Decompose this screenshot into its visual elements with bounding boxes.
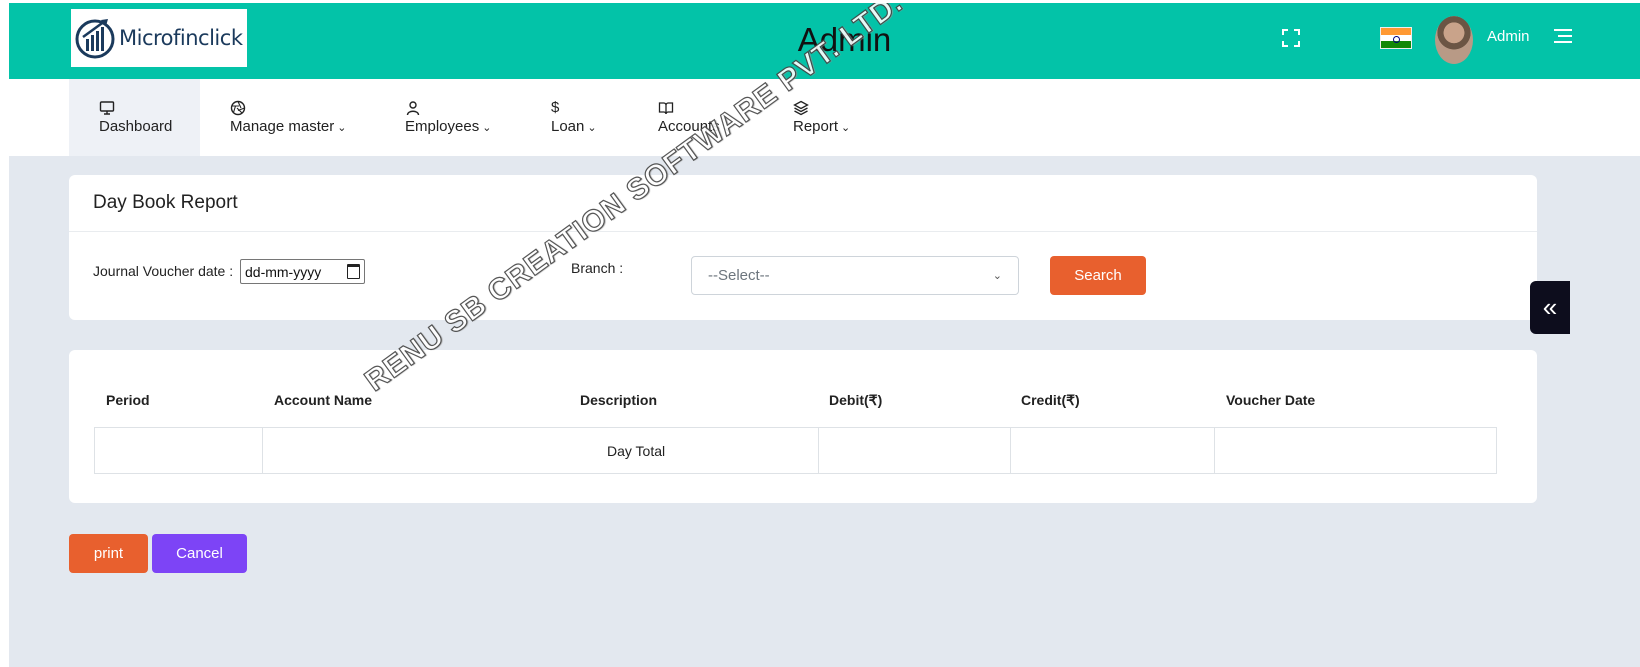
table-cell bbox=[1010, 428, 1215, 473]
table-cell bbox=[95, 428, 263, 473]
main-nav: Dashboard Manage master ⌄ Employees ⌄ $ Lo… bbox=[9, 79, 1640, 156]
chevron-down-icon: ⌄ bbox=[482, 122, 492, 134]
book-icon bbox=[658, 102, 674, 115]
card-title: Day Book Report bbox=[93, 192, 238, 213]
branch-select-value: --Select-- bbox=[708, 267, 770, 284]
divider bbox=[69, 231, 1537, 232]
chevron-down-icon: ⌄ bbox=[841, 122, 851, 134]
user-name[interactable]: Admin bbox=[1487, 28, 1530, 45]
branch-select[interactable]: --Select-- ⌄ bbox=[691, 256, 1019, 295]
chevron-down-icon: ⌄ bbox=[992, 270, 1002, 282]
double-chevron-left-icon: « bbox=[1542, 292, 1558, 322]
menu-icon[interactable] bbox=[1554, 29, 1572, 47]
report-table-card: Period Account Name Description Debit(₹)… bbox=[69, 350, 1537, 503]
column-header-account-name: Account Name bbox=[274, 392, 373, 408]
fullscreen-icon[interactable] bbox=[1282, 29, 1300, 47]
nav-report[interactable]: Report ⌄ bbox=[793, 79, 850, 156]
nav-label: Report bbox=[793, 118, 839, 135]
aperture-icon bbox=[230, 100, 246, 116]
print-button[interactable]: print bbox=[69, 534, 148, 573]
nav-label: Manage master bbox=[230, 118, 335, 135]
column-header-debit: Debit(₹) bbox=[829, 392, 883, 408]
table-cell bbox=[262, 428, 819, 473]
table-cell bbox=[818, 428, 1011, 473]
nav-label: Employees bbox=[405, 118, 480, 135]
nav-label: Loan bbox=[551, 118, 585, 135]
nav-manage-master[interactable]: Manage master ⌄ bbox=[230, 79, 346, 156]
column-header-voucher-date: Voucher Date bbox=[1226, 392, 1316, 408]
day-total-label: Day Total bbox=[607, 443, 666, 459]
nav-label: Accounts bbox=[658, 118, 720, 135]
calendar-icon[interactable] bbox=[347, 264, 360, 279]
table-row: Day Total bbox=[94, 427, 1497, 474]
cancel-button[interactable]: Cancel bbox=[152, 534, 247, 573]
chevron-down-icon: ⌄ bbox=[587, 122, 597, 134]
india-flag-icon[interactable] bbox=[1380, 27, 1412, 49]
column-header-credit: Credit(₹) bbox=[1021, 392, 1080, 408]
app-frame: Microfinclick Admin Admin Dashboard Mana… bbox=[9, 3, 1640, 667]
date-value: dd-mm-yyyy bbox=[245, 263, 322, 280]
monitor-icon bbox=[99, 101, 115, 115]
chevron-down-icon: ⌄ bbox=[337, 122, 347, 134]
journal-voucher-date-input[interactable]: dd-mm-yyyy bbox=[240, 259, 365, 284]
search-button[interactable]: Search bbox=[1050, 256, 1146, 295]
nav-dashboard[interactable]: Dashboard bbox=[69, 79, 200, 156]
chevron-down-icon: ⌄ bbox=[722, 122, 732, 134]
filter-card: Day Book Report Journal Voucher date : d… bbox=[69, 175, 1537, 320]
nav-loan[interactable]: $ Loan ⌄ bbox=[551, 79, 597, 156]
layers-icon bbox=[793, 100, 809, 116]
sidebar-toggle-button[interactable]: « bbox=[1530, 281, 1570, 334]
branch-label: Branch : bbox=[571, 260, 624, 276]
avatar[interactable] bbox=[1435, 16, 1473, 64]
nav-accounts[interactable]: Accounts ⌄ bbox=[658, 79, 732, 156]
dollar-icon: $ bbox=[551, 99, 560, 116]
nav-employees[interactable]: Employees ⌄ bbox=[405, 79, 491, 156]
column-header-period: Period bbox=[106, 392, 150, 408]
date-label: Journal Voucher date : bbox=[93, 263, 234, 279]
column-header-description: Description bbox=[580, 392, 658, 408]
top-bar: Microfinclick Admin Admin bbox=[9, 3, 1640, 79]
user-icon bbox=[406, 101, 420, 116]
nav-label: Dashboard bbox=[99, 118, 173, 135]
